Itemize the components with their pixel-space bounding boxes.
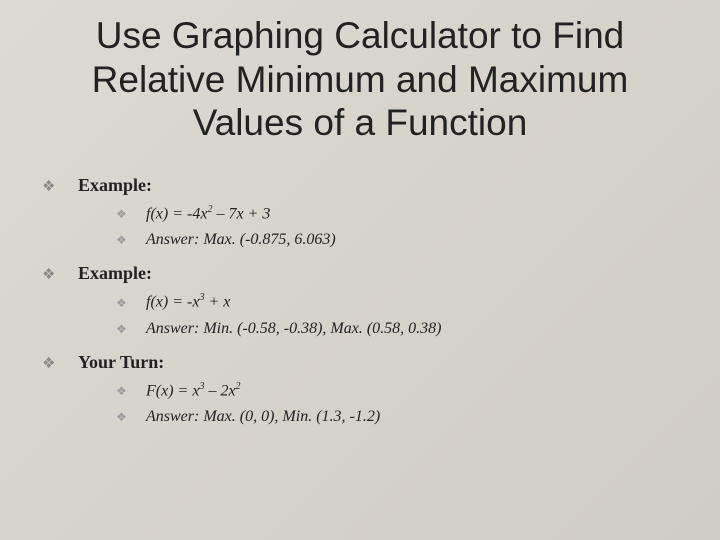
- list-item: ❖ Answer: Max. (-0.875, 6.063): [40, 231, 680, 249]
- section-heading-label: Example:: [78, 263, 152, 284]
- section-heading: ❖ Your Turn:: [40, 352, 680, 373]
- section-heading-label: Your Turn:: [78, 352, 164, 373]
- slide-content: ❖ Example: ❖ f(x) = -4x2 – 7x + 3 ❖ Answ…: [40, 175, 680, 426]
- diamond-bullet-icon: ❖: [116, 296, 146, 311]
- equation-text: F(x) = x3 – 2x2: [146, 381, 241, 400]
- diamond-bullet-icon: ❖: [116, 410, 146, 425]
- list-item: ❖ F(x) = x3 – 2x2: [40, 381, 680, 400]
- section-heading: ❖ Example:: [40, 263, 680, 284]
- diamond-bullet-icon: ❖: [116, 233, 146, 248]
- list-item: ❖ Answer: Max. (0, 0), Min. (1.3, -1.2): [40, 408, 680, 426]
- answer-text: Answer: Min. (-0.58, -0.38), Max. (0.58,…: [146, 320, 442, 338]
- diamond-bullet-icon: ❖: [116, 384, 146, 399]
- list-item: ❖ f(x) = -4x2 – 7x + 3: [40, 204, 680, 223]
- list-item: ❖ Answer: Min. (-0.58, -0.38), Max. (0.5…: [40, 320, 680, 338]
- diamond-bullet-icon: ❖: [116, 207, 146, 222]
- diamond-bullet-icon: ❖: [116, 322, 146, 337]
- answer-text: Answer: Max. (-0.875, 6.063): [146, 231, 336, 249]
- diamond-bullet-icon: ❖: [40, 354, 78, 373]
- section-heading: ❖ Example:: [40, 175, 680, 196]
- equation-text: f(x) = -4x2 – 7x + 3: [146, 204, 270, 223]
- section-heading-label: Example:: [78, 175, 152, 196]
- equation-text: f(x) = -x3 + x: [146, 292, 230, 311]
- slide: Use Graphing Calculator to Find Relative…: [0, 0, 720, 540]
- slide-title: Use Graphing Calculator to Find Relative…: [40, 14, 680, 145]
- answer-text: Answer: Max. (0, 0), Min. (1.3, -1.2): [146, 408, 380, 426]
- diamond-bullet-icon: ❖: [40, 265, 78, 284]
- diamond-bullet-icon: ❖: [40, 177, 78, 196]
- list-item: ❖ f(x) = -x3 + x: [40, 292, 680, 311]
